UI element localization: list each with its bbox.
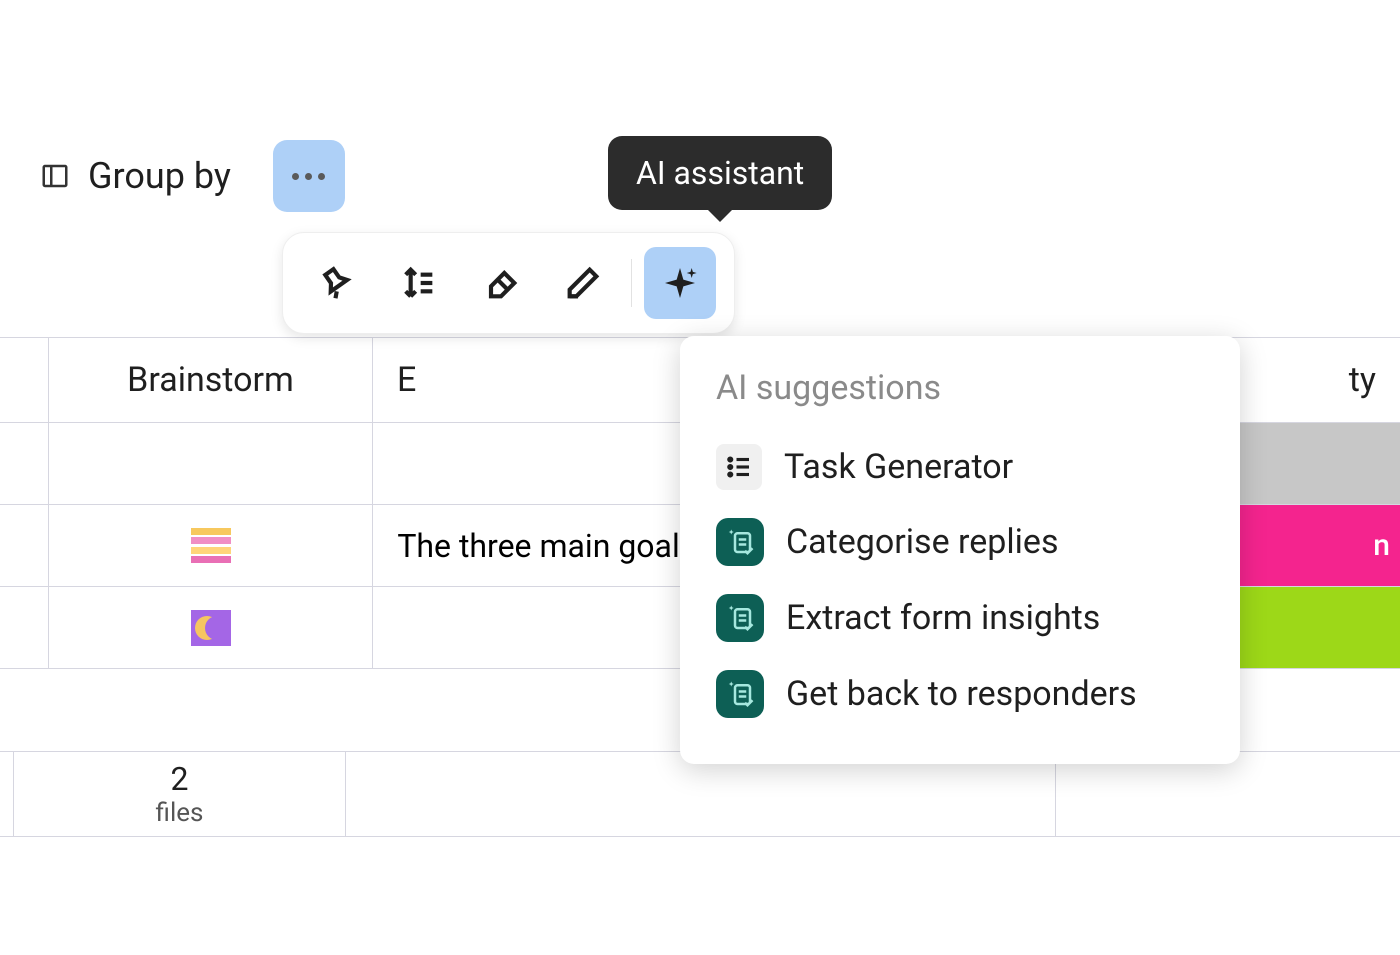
cell-brainstorm[interactable] [49,587,373,668]
pin-button[interactable] [301,247,373,319]
row-handle-header [0,338,49,422]
group-by-label[interactable]: Group by [88,155,231,197]
ai-suggestions-dropdown: AI suggestions Task Generator Cate [680,336,1240,764]
edit-icon [563,263,603,303]
dropdown-item-label: Get back to responders [786,674,1137,714]
cell-brainstorm[interactable] [49,505,373,586]
summary-count: 2 [171,760,189,798]
toolbar-separator [631,259,632,307]
sort-button[interactable] [383,247,455,319]
list-icon [716,444,762,490]
sort-icon [399,263,439,303]
column-header-brainstorm[interactable]: Brainstorm [49,338,373,422]
column-toolbar [282,232,735,334]
row-handle[interactable] [0,423,49,504]
ai-form-icon [716,594,764,642]
group-by-icon [40,161,70,191]
ai-assistant-tooltip: AI assistant [608,136,832,210]
cell-brainstorm[interactable] [49,423,373,504]
brainstorm-thumbnail-stripes [191,528,231,564]
erase-button[interactable] [465,247,537,319]
dropdown-item-label: Extract form insights [786,598,1100,638]
dropdown-item-get-back[interactable]: Get back to responders [680,656,1240,732]
sparkle-icon [660,263,700,303]
row-handle[interactable] [0,587,49,668]
header-row: Group by [40,140,345,212]
dropdown-item-categorise[interactable]: Categorise replies [680,504,1240,580]
row-handle[interactable] [0,505,49,586]
pin-icon [317,263,357,303]
summary-handle [0,752,14,836]
ellipsis-icon [292,173,325,180]
dropdown-item-extract[interactable]: Extract form insights [680,580,1240,656]
summary-files: 2 files [14,752,346,836]
brainstorm-thumbnail-moon [191,610,231,646]
dropdown-item-label: Categorise replies [786,522,1059,562]
edit-button[interactable] [547,247,619,319]
ai-form-icon [716,670,764,718]
ai-assistant-button[interactable] [644,247,716,319]
erase-icon [481,263,521,303]
summary-label: files [156,798,204,828]
dropdown-item-task-generator[interactable]: Task Generator [680,430,1240,504]
more-options-button[interactable] [273,140,345,212]
dropdown-item-label: Task Generator [784,447,1013,487]
ai-form-icon [716,518,764,566]
dropdown-header: AI suggestions [680,368,1240,430]
summary-empty [346,752,1056,836]
summary-empty-right [1056,752,1400,836]
